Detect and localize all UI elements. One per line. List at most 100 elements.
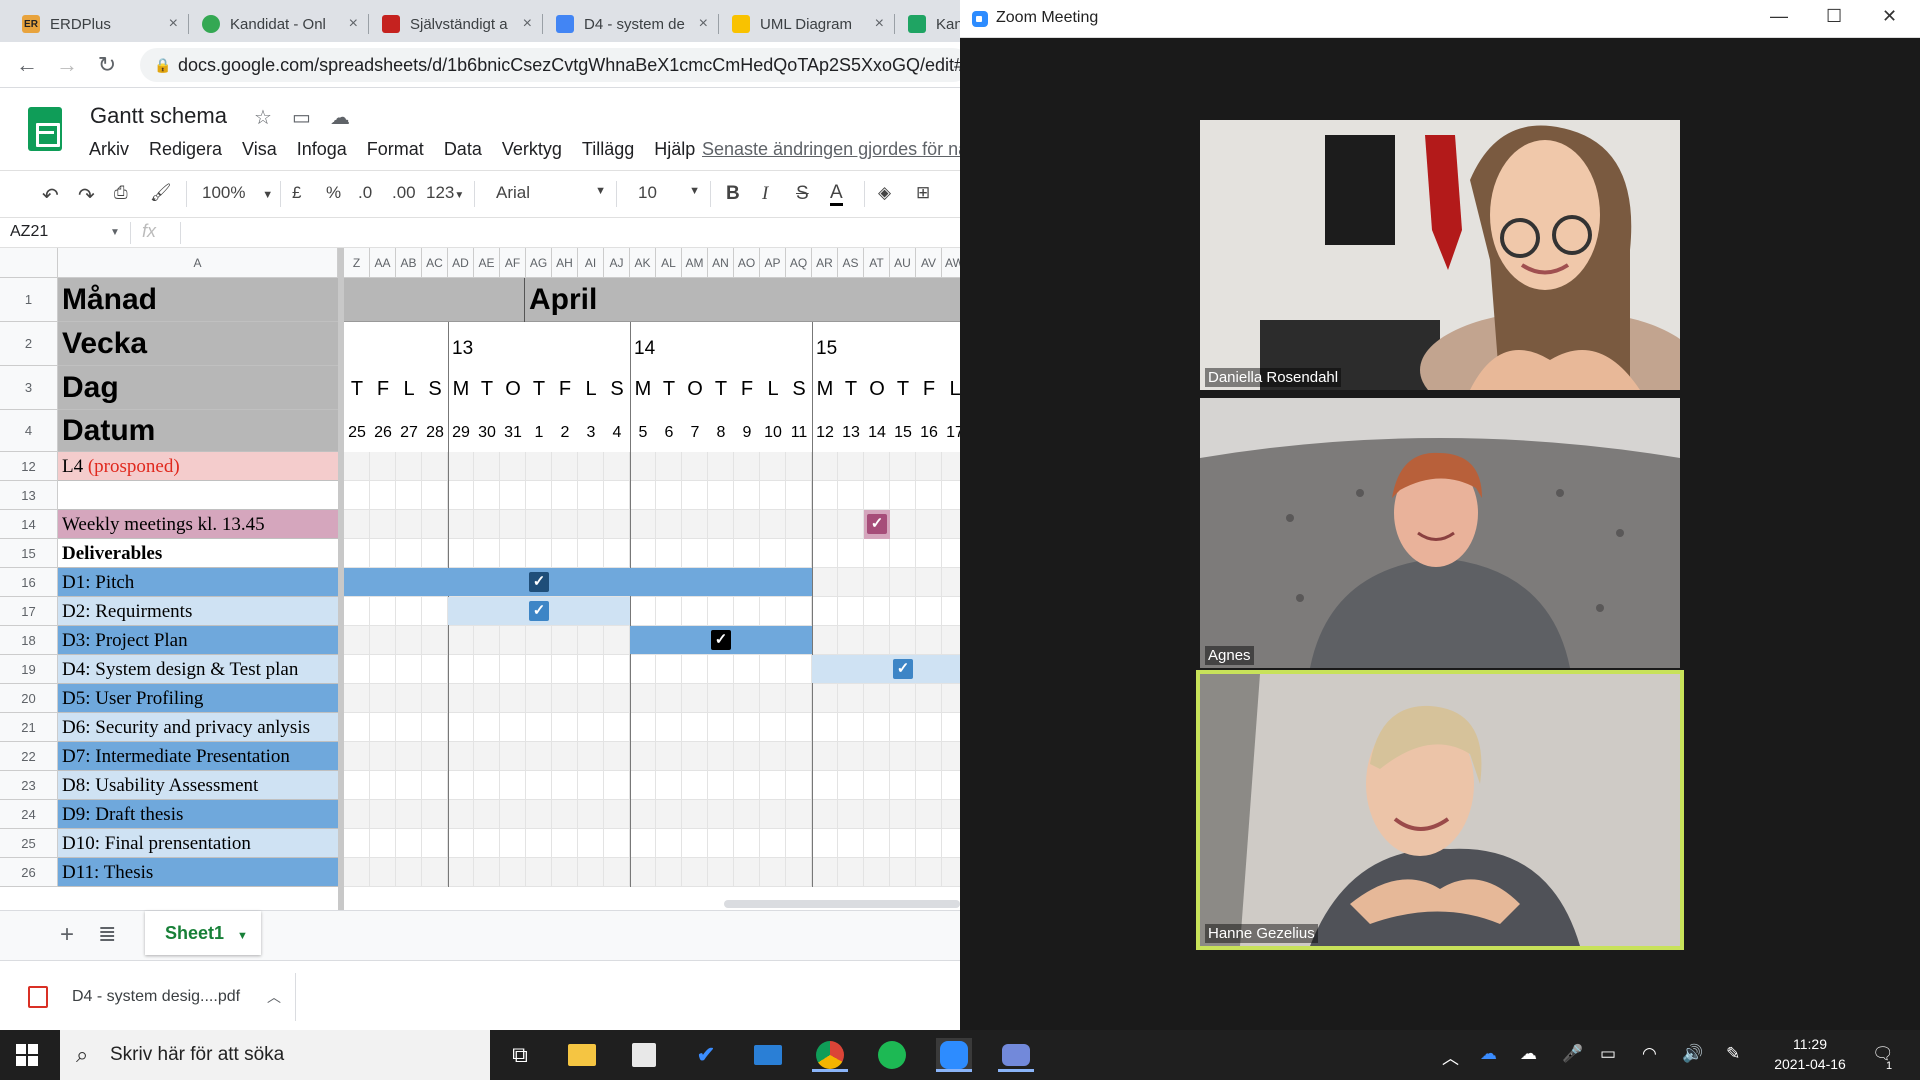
grid-cell[interactable] — [578, 626, 604, 655]
menu-visa[interactable]: Visa — [242, 139, 277, 160]
grid-cell[interactable] — [812, 626, 838, 655]
date-number[interactable]: 25 — [344, 424, 370, 442]
column-header[interactable]: AG — [526, 248, 552, 278]
grid-cell[interactable] — [396, 452, 422, 481]
grid-cell[interactable] — [942, 800, 960, 829]
date-number[interactable]: 17 — [942, 424, 960, 442]
grid-cell[interactable] — [578, 858, 604, 887]
column-header[interactable]: AO — [734, 248, 760, 278]
all-sheets-icon[interactable]: ≣ — [98, 921, 116, 947]
task-label-cell[interactable]: D10: Final prensentation — [58, 829, 338, 858]
grid-cell[interactable] — [474, 858, 500, 887]
grid-cell[interactable] — [864, 568, 890, 597]
grid-cell[interactable] — [682, 510, 708, 539]
grid-cell[interactable] — [682, 481, 708, 510]
grid-cell[interactable] — [370, 858, 396, 887]
grid-cell[interactable] — [396, 858, 422, 887]
grid-cell[interactable] — [838, 568, 864, 597]
grid-cell[interactable] — [604, 655, 630, 684]
grid-cell[interactable] — [396, 597, 422, 626]
grid-cell[interactable] — [838, 742, 864, 771]
cloud-icon[interactable]: ☁ — [330, 105, 350, 130]
grid-cell[interactable] — [656, 655, 682, 684]
task-label-cell[interactable] — [58, 481, 338, 510]
grid-cell[interactable] — [448, 481, 474, 510]
strikethrough-button[interactable]: S — [796, 183, 809, 205]
grid-cell[interactable] — [734, 742, 760, 771]
column-header[interactable]: AU — [890, 248, 916, 278]
download-item[interactable]: D4 - system desig....pdf ︿ — [20, 973, 296, 1021]
battery-icon[interactable]: ▭ — [1600, 1044, 1616, 1064]
grid-cell[interactable] — [786, 597, 812, 626]
day-letter[interactable]: T — [526, 378, 552, 401]
grid-cell[interactable] — [448, 626, 474, 655]
grid-cell[interactable] — [526, 742, 552, 771]
week-label[interactable]: 15 — [816, 338, 837, 360]
tab-erdplus[interactable]: ER ERDPlus × — [12, 6, 186, 42]
grid-cell[interactable] — [578, 713, 604, 742]
grid-cell[interactable] — [396, 539, 422, 568]
grid-cell[interactable] — [942, 829, 960, 858]
grid-cell[interactable] — [578, 481, 604, 510]
grid-cell[interactable] — [474, 800, 500, 829]
cell-label[interactable]: Dag — [58, 366, 338, 410]
grid-cell[interactable] — [552, 481, 578, 510]
task-label-cell[interactable]: L4 (prosponed) — [58, 452, 338, 481]
date-number[interactable]: 16 — [916, 424, 942, 442]
currency-button[interactable]: £ — [292, 183, 301, 203]
day-letter[interactable]: M — [812, 378, 838, 401]
checkbox-cell[interactable]: ✓ — [864, 510, 890, 539]
minimize-icon[interactable]: — — [1770, 6, 1788, 27]
grid-cell[interactable] — [474, 510, 500, 539]
grid-cell[interactable] — [578, 800, 604, 829]
windows-start-icon[interactable] — [16, 1044, 38, 1066]
grid-cell[interactable] — [526, 452, 552, 481]
task-label-cell[interactable]: D2: Requirments — [58, 597, 338, 626]
grid-cell[interactable] — [864, 481, 890, 510]
column-header[interactable]: AT — [864, 248, 890, 278]
grid-cell[interactable] — [812, 684, 838, 713]
grid-cell[interactable] — [370, 452, 396, 481]
grid-cell[interactable] — [474, 684, 500, 713]
grid-cell[interactable] — [760, 510, 786, 539]
star-icon[interactable]: ☆ — [254, 105, 272, 130]
grid-cell[interactable] — [500, 655, 526, 684]
grid-cell[interactable] — [526, 858, 552, 887]
reload-icon[interactable]: ↻ — [92, 50, 122, 80]
grid-cell[interactable] — [916, 626, 942, 655]
grid-cell[interactable] — [422, 510, 448, 539]
grid-cell[interactable] — [916, 597, 942, 626]
file-explorer-icon[interactable] — [564, 1038, 600, 1072]
grid-cell[interactable] — [890, 597, 916, 626]
grid-cell[interactable] — [552, 452, 578, 481]
grid-cell[interactable] — [474, 771, 500, 800]
grid-cell[interactable] — [578, 655, 604, 684]
day-letter[interactable]: T — [474, 378, 500, 401]
column-header[interactable]: AK — [630, 248, 656, 278]
row-header[interactable]: 16 — [0, 568, 58, 597]
grid-cell[interactable] — [630, 771, 656, 800]
checkbox-checked-icon[interactable]: ✓ — [867, 514, 887, 534]
day-letter[interactable]: O — [682, 378, 708, 401]
chevron-up-icon[interactable]: ︿ — [267, 987, 281, 1007]
grid-cell[interactable] — [526, 800, 552, 829]
grid-cell[interactable] — [838, 858, 864, 887]
text-color-button[interactable]: A — [830, 183, 843, 206]
grid-cell[interactable] — [526, 626, 552, 655]
grid-cell[interactable] — [786, 742, 812, 771]
grid-cell[interactable] — [916, 481, 942, 510]
week-label[interactable]: 14 — [634, 338, 655, 360]
grid-cell[interactable] — [500, 771, 526, 800]
column-header[interactable]: AS — [838, 248, 864, 278]
grid-cell[interactable] — [656, 684, 682, 713]
column-header[interactable]: AC — [422, 248, 448, 278]
grid-cell[interactable] — [760, 655, 786, 684]
grid-cell[interactable] — [656, 829, 682, 858]
grid-cell[interactable] — [708, 452, 734, 481]
day-letter[interactable]: T — [656, 378, 682, 401]
redo-icon[interactable]: ↷ — [78, 183, 95, 208]
move-folder-icon[interactable]: ▭ — [292, 105, 311, 130]
discord-icon[interactable] — [998, 1038, 1034, 1072]
percent-button[interactable]: % — [326, 183, 341, 203]
grid-cell[interactable] — [500, 713, 526, 742]
